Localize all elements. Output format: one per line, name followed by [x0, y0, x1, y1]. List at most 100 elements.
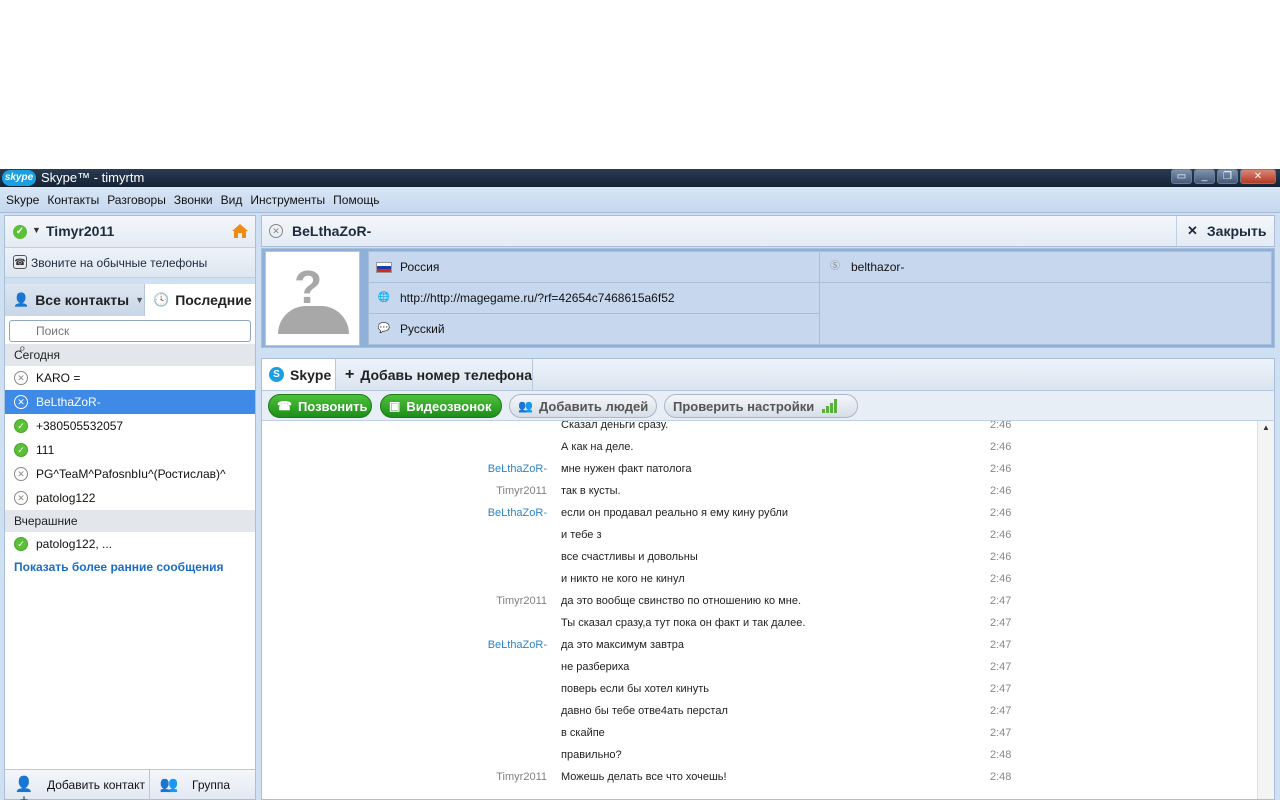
contact-list-item[interactable]: ✕ KARO = — [5, 366, 255, 390]
avatar: ? — [265, 251, 360, 346]
video-call-label: Видеозвонок — [406, 398, 492, 414]
menu-help[interactable]: Помощь — [329, 188, 383, 212]
offline-status-icon: ✕ — [269, 224, 283, 238]
tab-recent[interactable]: 🕓 Последние — [145, 284, 255, 316]
close-label: Закрыть — [1206, 223, 1267, 239]
message-text: да это вообще свинство по отношению ко м… — [561, 595, 802, 607]
close-conversation-button[interactable]: ✕ Закрыть — [1176, 216, 1274, 246]
contact-name: BeLthaZoR- — [292, 223, 372, 239]
profile-empty-cell — [819, 282, 1272, 345]
offline-status-icon: ✕ — [14, 491, 28, 505]
contact-tabs: 👤 Все контакты ▼ 🕓 Последние — [5, 284, 255, 316]
signal-bars-icon — [822, 399, 838, 413]
message-text: правильно? — [561, 749, 622, 761]
contact-list-name: patolog122, ... — [36, 537, 113, 551]
add-people-label: Добавить людей — [538, 398, 649, 414]
contact-list-item[interactable]: ✕ BeLthaZoR- — [5, 390, 255, 414]
skype-s-icon: Ⓢ — [830, 261, 840, 272]
menu-tools[interactable]: Инструменты — [246, 188, 329, 212]
add-people-button[interactable]: 👥 Добавить людей — [509, 394, 657, 418]
message-row: и никто не кого не кинул 2:46 — [262, 569, 1256, 591]
profile-skype-name: Ⓢ belthazor- — [819, 251, 1272, 283]
minimize-button[interactable]: _ — [1194, 169, 1215, 184]
contact-list-item[interactable]: ✕ patolog122 — [5, 486, 255, 510]
section-today: Сегодня — [5, 344, 255, 366]
message-time: 2:46 — [990, 529, 1012, 541]
menu-conversations[interactable]: Разговоры — [103, 188, 170, 212]
contact-list-item[interactable]: ✓ +380505532057 — [5, 414, 255, 438]
chevron-down-icon: ▼ — [135, 295, 144, 305]
search-input[interactable] — [9, 320, 251, 342]
add-contact-label: Добавить контакт — [47, 778, 145, 792]
message-row: Сказал деньги сразу. 2:46 — [262, 421, 1256, 437]
online-status-icon[interactable]: ✓ — [13, 225, 27, 239]
check-settings-button[interactable]: Проверить настройки — [664, 394, 858, 418]
left-bottom-bar: 👤+ Добавить контакт 👥 Группа — [5, 769, 255, 800]
message-row: не разбериха 2:47 — [262, 657, 1256, 679]
message-row: BeLthaZoR-да это максимум завтра 2:47 — [262, 635, 1256, 657]
contact-list-name: BeLthaZoR- — [36, 395, 101, 409]
contact-list-item[interactable]: ✓ patolog122, ... — [5, 532, 255, 556]
menu-view[interactable]: Вид — [217, 188, 247, 212]
contact-list-name: +380505532057 — [36, 419, 124, 433]
tab-add-phone-label: Добавь номер телефона — [360, 366, 532, 383]
home-icon[interactable] — [231, 223, 249, 239]
message-row: Timyr2011 так в кусты. 2:46 — [262, 481, 1256, 503]
menu-calls[interactable]: Звонки — [170, 188, 217, 212]
contact-header: ✕ BeLthaZoR- ✕ Закрыть — [261, 215, 1275, 247]
chat-scrollbar[interactable]: ▲ — [1257, 421, 1274, 799]
message-time: 2:46 — [990, 441, 1012, 453]
language-value: Русский — [400, 322, 445, 336]
action-bar: ☎ Позвонить ▣ Видеозвонок 👥 Добавить люд… — [262, 391, 1274, 421]
message-list: Сказал деньги сразу. 2:46 А как на деле. 2:… — [262, 421, 1256, 799]
message-row: BeLthaZoR-если он продавал реально я ему… — [262, 503, 1256, 525]
phone-icon: ☎ — [277, 399, 292, 413]
russia-flag-icon — [376, 261, 392, 273]
contact-list-name: 111 — [36, 443, 55, 457]
message-text: в скайпе — [561, 727, 605, 739]
add-contact-button[interactable]: 👤+ Добавить контакт — [5, 770, 150, 800]
tab-skype-chat[interactable]: S Skype — [262, 359, 336, 390]
section-yesterday: Вчерашние — [5, 510, 255, 532]
status-dropdown-icon[interactable]: ▼ — [32, 225, 41, 235]
maximize-button[interactable]: ❐ — [1217, 169, 1238, 184]
plus-icon: + — [345, 365, 355, 383]
person-icon: 👤 — [13, 292, 30, 307]
video-call-button[interactable]: ▣ Видеозвонок — [380, 394, 502, 418]
contact-list-item[interactable]: ✕ PG^TeaM^PafosnbIu^(Ростислав)^ — [5, 462, 255, 486]
menu-skype[interactable]: Skype — [2, 188, 43, 212]
homepage-link[interactable]: http://http://magegame.ru/?rf=42654c7468… — [400, 291, 675, 305]
menu-contacts[interactable]: Контакты — [43, 188, 103, 212]
user-name[interactable]: Timyr2011 — [46, 223, 114, 239]
message-time: 2:47 — [990, 683, 1012, 695]
globe-icon: 🌐 — [377, 292, 391, 303]
desktop-background — [0, 0, 1280, 169]
add-contact-icon: 👤+ — [14, 776, 34, 800]
tab-all-contacts[interactable]: 👤 Все контакты ▼ — [5, 284, 145, 316]
message-author: BeLthaZoR- — [487, 507, 547, 519]
close-window-button[interactable]: ✕ — [1240, 169, 1276, 184]
profile-homepage: 🌐 http://http://magegame.ru/?rf=42654c74… — [368, 282, 820, 314]
left-panel: ✓ ▼ Timyr2011 ☎ Звоните на обычные телеф… — [4, 215, 256, 800]
message-row: и тебе з 2:46 — [262, 525, 1256, 547]
tab-add-phone[interactable]: + Добавь номер телефона — [337, 359, 533, 390]
message-row: Timyr2011 Можешь делать все что хочешь! 2:… — [262, 767, 1256, 789]
message-author: Timyr2011 — [496, 771, 547, 783]
call-phones-bar[interactable]: ☎ Звоните на обычные телефоны — [5, 248, 255, 278]
message-text: поверь если бы хотел кинуть — [561, 683, 710, 695]
profile-language: 💬 Русский — [368, 313, 820, 345]
contact-list-name: patolog122 — [36, 491, 96, 505]
show-earlier-link[interactable]: Показать более ранние сообщения — [5, 556, 255, 578]
scroll-up-icon[interactable]: ▲ — [1262, 423, 1270, 432]
chat-panel: S Skype + Добавь номер телефона ☎ Позвон… — [261, 358, 1275, 800]
search-icon: ⌕ — [19, 341, 26, 355]
group-icon: 👥 — [159, 776, 179, 793]
message-text: Сказал деньги сразу. — [561, 421, 669, 431]
contact-list-item[interactable]: ✓ 111 — [5, 438, 255, 462]
message-text: Ты сказал сразу,а тут пока он факт и так… — [561, 617, 806, 629]
message-row: давно бы тебе отве4ать перстал 2:47 — [262, 701, 1256, 723]
compact-view-icon[interactable]: ▭ — [1171, 169, 1192, 184]
phone-icon: ☎ — [13, 255, 27, 269]
group-button[interactable]: 👥 Группа — [150, 770, 255, 800]
call-button[interactable]: ☎ Позвонить — [268, 394, 372, 418]
